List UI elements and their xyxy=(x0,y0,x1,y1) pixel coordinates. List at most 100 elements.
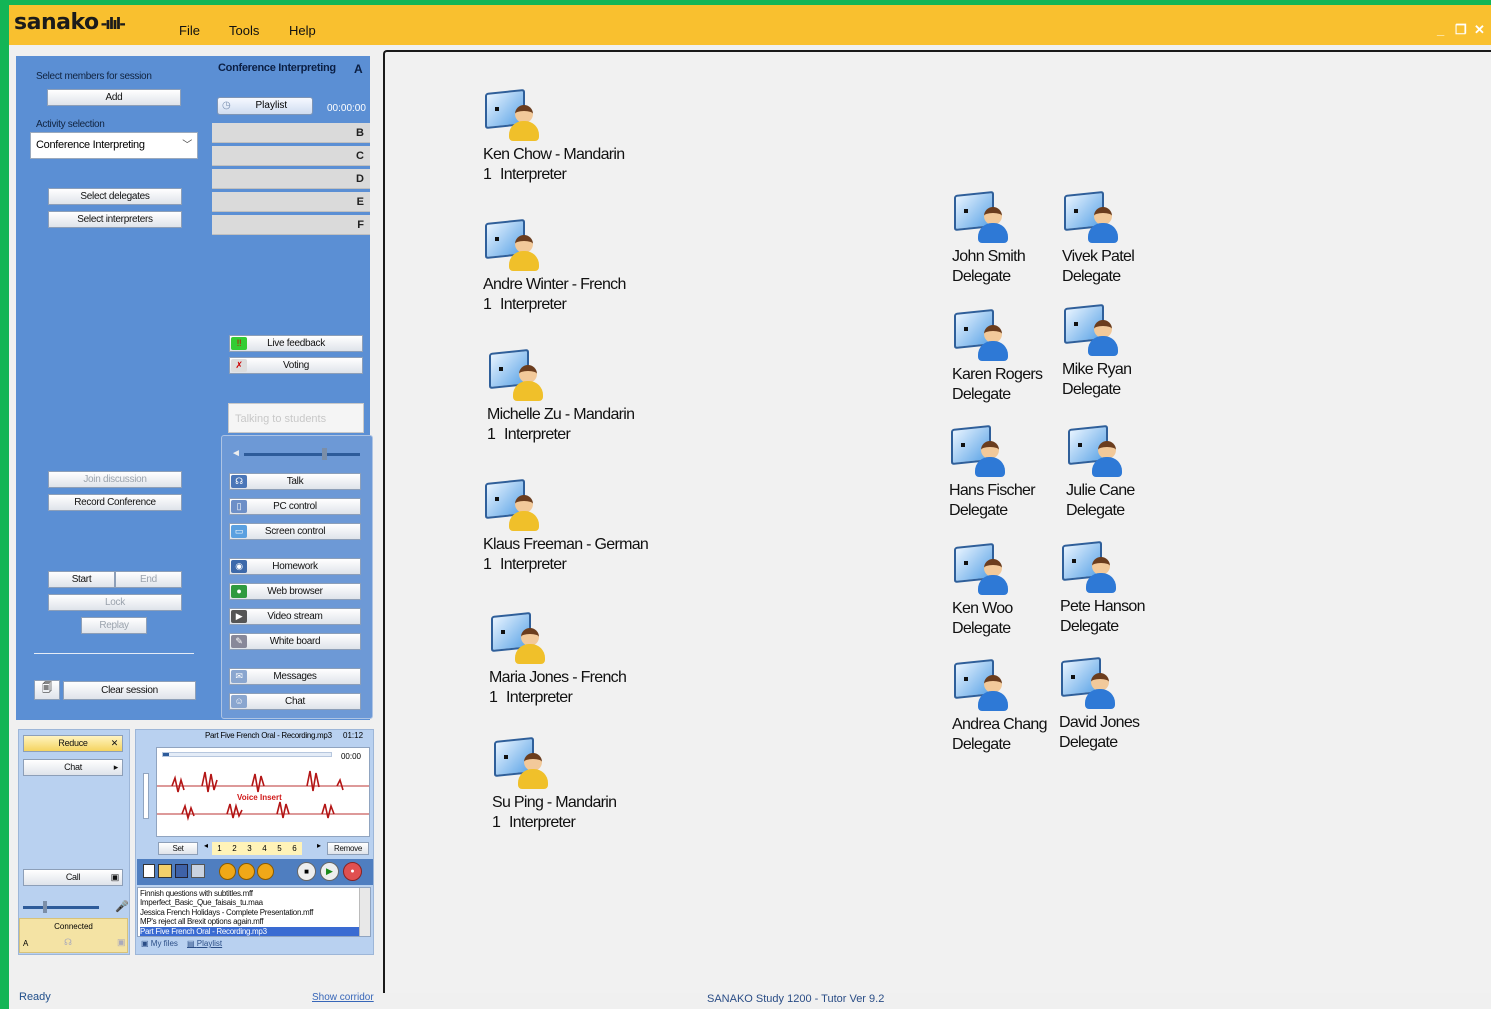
menu-help[interactable]: Help xyxy=(289,23,316,38)
white-board-button[interactable]: ✎ White board xyxy=(229,633,361,650)
record-conference-button[interactable]: Record Conference xyxy=(48,494,182,511)
close-button[interactable]: ✕ xyxy=(1474,22,1485,38)
bookmark-2[interactable]: 2 xyxy=(232,842,236,855)
activity-select[interactable]: Conference Interpreting ﹀ xyxy=(30,132,198,159)
member-role: Delegate xyxy=(1059,734,1118,751)
export-icon[interactable] xyxy=(257,863,274,880)
file-list[interactable]: Finnish questions with subtitles.mff Imp… xyxy=(137,887,371,937)
delegate-member[interactable]: Vivek Patel Delegate xyxy=(1062,189,1262,287)
lock-button[interactable]: Lock xyxy=(48,594,182,611)
restore-button[interactable]: ❐ xyxy=(1455,22,1467,38)
interpreter-member[interactable]: Andre Winter - French 1 Interpreter xyxy=(483,217,683,315)
lane-f[interactable]: F xyxy=(212,215,370,235)
member-name: Su Ping - Mandarin xyxy=(492,794,617,811)
record-button[interactable]: ● xyxy=(343,862,362,881)
interpreter-member[interactable]: Michelle Zu - Mandarin 1 Interpreter xyxy=(487,347,687,445)
file-item[interactable]: Imperfect_Basic_Que_faisais_tu.maa xyxy=(140,898,368,907)
waveform-logo-icon: -ılıl- xyxy=(100,14,126,33)
pc-control-button[interactable]: ▯ PC control xyxy=(229,498,361,515)
remove-bookmark-button[interactable]: Remove xyxy=(327,842,369,855)
member-role-label: Interpreter xyxy=(500,556,567,573)
bookmark-6[interactable]: 6 xyxy=(292,842,296,855)
messages-button[interactable]: ✉ Messages xyxy=(229,668,361,685)
video-stream-button[interactable]: ▶ Video stream xyxy=(229,608,361,625)
call-button[interactable]: Call ▣ xyxy=(23,869,123,886)
set-bookmark-button[interactable]: Set xyxy=(158,842,198,855)
new-file-icon[interactable] xyxy=(143,864,155,878)
bookmark-5[interactable]: 5 xyxy=(277,842,281,855)
loop-icon[interactable] xyxy=(238,863,255,880)
member-role-label: Interpreter xyxy=(506,689,573,706)
reduce-button[interactable]: Reduce ✕ xyxy=(23,735,123,752)
audio-settings-icon[interactable] xyxy=(191,864,205,878)
show-corridor-link[interactable]: Show corridor xyxy=(312,992,374,1003)
volume-slider-knob[interactable] xyxy=(322,448,327,460)
student-computer-icon xyxy=(949,423,1009,481)
playback-progress[interactable] xyxy=(162,752,332,757)
live-feedback-button[interactable]: !! Live feedback xyxy=(229,335,363,352)
join-discussion-button[interactable]: Join discussion xyxy=(48,471,182,488)
minimize-button[interactable]: _ xyxy=(1437,22,1444,37)
call-volume-slider[interactable] xyxy=(23,901,99,913)
member-role: 1 Interpreter xyxy=(487,425,687,445)
bookmark-next-icon[interactable]: ▸ xyxy=(317,841,321,850)
globe-icon: ● xyxy=(231,585,247,598)
select-interpreters-button[interactable]: Select interpreters xyxy=(48,211,182,228)
swap-icon[interactable] xyxy=(219,863,236,880)
student-computer-icon xyxy=(952,189,1012,247)
select-delegates-button[interactable]: Select delegates xyxy=(48,188,182,205)
delegate-member[interactable]: Julie Cane Delegate xyxy=(1066,423,1266,521)
web-browser-button[interactable]: ● Web browser xyxy=(229,583,361,600)
vertical-scrollbar[interactable] xyxy=(143,773,149,819)
start-button[interactable]: Start xyxy=(48,571,115,588)
bookmark-bar[interactable]: 123456 xyxy=(212,842,302,855)
file-item[interactable]: MP's reject all Brexit options again.mff xyxy=(140,917,368,926)
file-list-scrollbar[interactable] xyxy=(359,888,370,936)
menu-file[interactable]: File xyxy=(179,23,200,38)
interpreter-member[interactable]: Maria Jones - French 1 Interpreter xyxy=(489,610,689,708)
file-item[interactable]: Jessica French Holidays - Complete Prese… xyxy=(140,908,368,917)
end-button[interactable]: End xyxy=(115,571,182,588)
open-folder-icon[interactable] xyxy=(158,864,172,878)
bookmark-1[interactable]: 1 xyxy=(217,842,221,855)
bookmark-3[interactable]: 3 xyxy=(247,842,251,855)
lane-c[interactable]: C xyxy=(212,146,370,166)
replay-button[interactable]: Replay xyxy=(81,617,147,634)
member-role-label: Interpreter xyxy=(504,426,571,443)
bookmark-prev-icon[interactable]: ◂ xyxy=(204,841,208,850)
playlist-button[interactable]: ◷ Playlist xyxy=(217,97,313,115)
delegate-member[interactable]: Pete Hanson Delegate xyxy=(1060,539,1260,637)
lane-b[interactable]: B xyxy=(212,123,370,143)
volume-slider[interactable] xyxy=(244,448,360,460)
homework-button[interactable]: ◉ Homework xyxy=(229,558,361,575)
save-icon[interactable] xyxy=(175,864,188,878)
select-members-label: Select members for session xyxy=(36,71,152,82)
add-button[interactable]: Add xyxy=(47,89,181,106)
call-volume-knob[interactable] xyxy=(43,901,47,913)
member-channel: 1 xyxy=(483,556,492,573)
voting-button[interactable]: ✗ Voting xyxy=(229,357,363,374)
interpreter-member[interactable]: Su Ping - Mandarin 1 Interpreter xyxy=(492,735,692,833)
stop-button[interactable]: ■ xyxy=(297,862,316,881)
interpreter-member[interactable]: Klaus Freeman - German 1 Interpreter xyxy=(483,477,683,575)
tab-playlist[interactable]: ▤ Playlist xyxy=(187,939,222,948)
interpreter-member[interactable]: Ken Chow - Mandarin 1 Interpreter xyxy=(483,87,683,185)
tab-my-files[interactable]: ▣ My files xyxy=(141,939,178,948)
menu-tools[interactable]: Tools xyxy=(229,23,259,38)
delegate-member[interactable]: David Jones Delegate xyxy=(1059,655,1259,753)
lane-e[interactable]: E xyxy=(212,192,370,212)
file-item[interactable]: Finnish questions with subtitles.mff xyxy=(140,889,368,898)
lane-d[interactable]: D xyxy=(212,169,370,189)
clear-session-button[interactable]: Clear session xyxy=(63,681,196,700)
bookmark-4[interactable]: 4 xyxy=(262,842,266,855)
member-role: Delegate xyxy=(1062,381,1121,398)
talk-button[interactable]: ☊ Talk xyxy=(229,473,361,490)
file-item-selected[interactable]: Part Five French Oral - Recording.mp3 xyxy=(140,926,368,937)
chat-dropdown-button[interactable]: Chat ▸ xyxy=(23,759,123,776)
screen-control-button[interactable]: ▭ Screen control xyxy=(229,523,361,540)
delegate-member[interactable]: Mike Ryan Delegate xyxy=(1062,302,1262,400)
waveform-display[interactable]: 00:00 Voice Insert xyxy=(156,747,370,837)
clear-session-icon[interactable]: 🗐 xyxy=(34,680,60,700)
chat-button[interactable]: ☺ Chat xyxy=(229,693,361,710)
play-button[interactable]: ▶ xyxy=(320,862,339,881)
